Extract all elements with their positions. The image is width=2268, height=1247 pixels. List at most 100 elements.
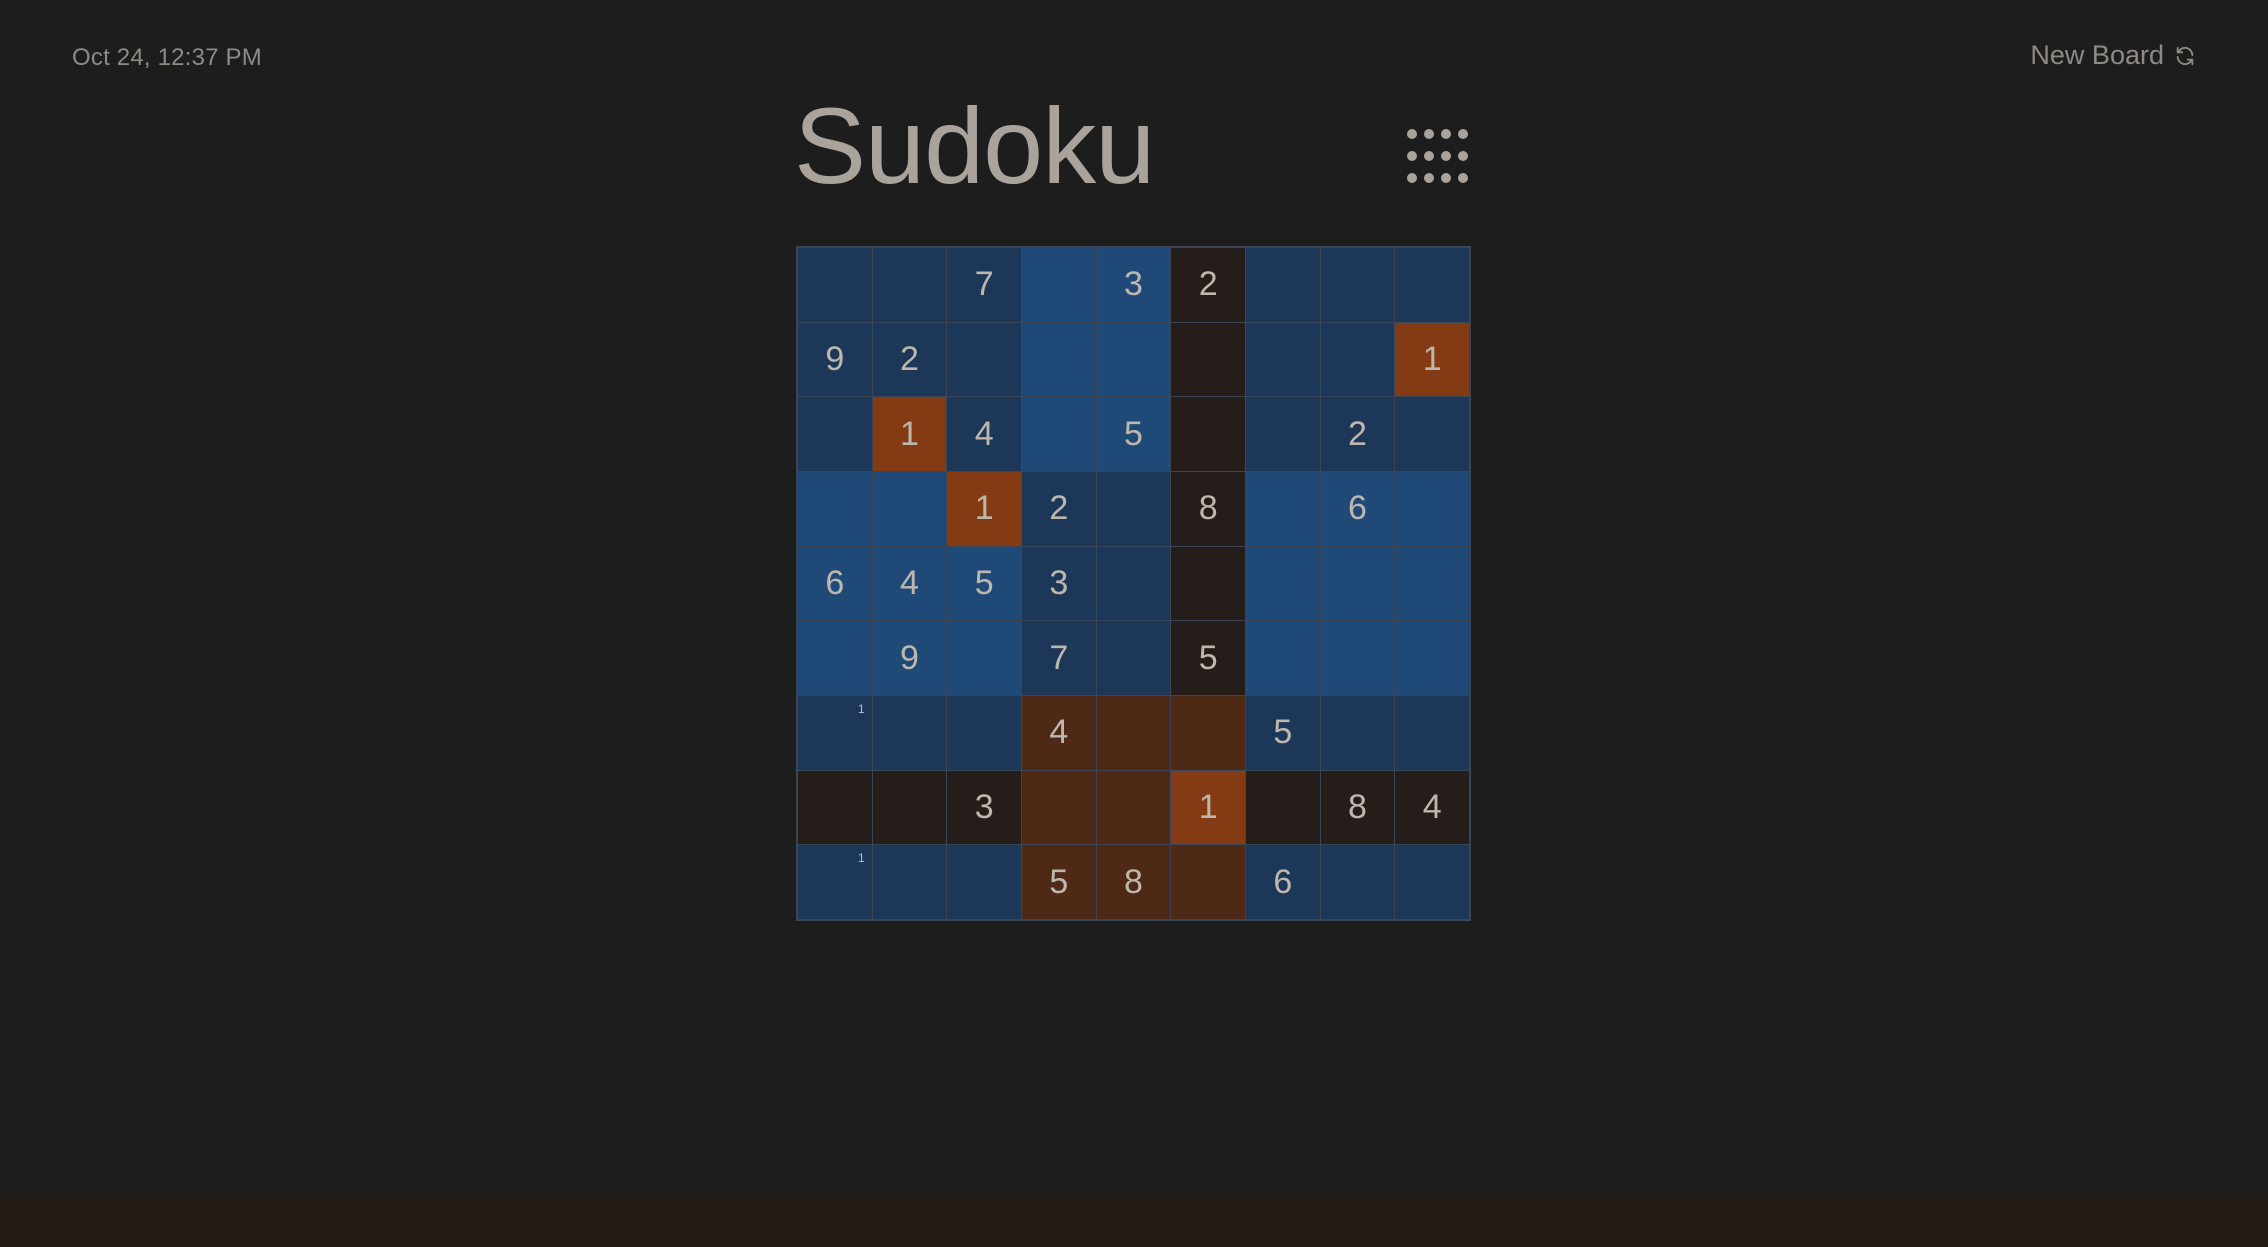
sudoku-cell[interactable]: [947, 845, 1021, 919]
sudoku-cell[interactable]: 5: [947, 546, 1021, 621]
cell-value: 9: [825, 339, 845, 378]
sudoku-cell[interactable]: [1245, 546, 1320, 621]
sudoku-cell[interactable]: [1245, 397, 1320, 471]
sudoku-cell[interactable]: 6: [1245, 845, 1320, 919]
sudoku-cell[interactable]: 1: [1395, 322, 1469, 397]
sudoku-cell[interactable]: 7: [947, 248, 1021, 322]
sudoku-cell[interactable]: [1245, 621, 1320, 695]
sudoku-cell[interactable]: 6: [1320, 471, 1395, 546]
sudoku-cell[interactable]: [1021, 322, 1096, 397]
sudoku-cell[interactable]: [1395, 397, 1469, 471]
sudoku-cell[interactable]: 2: [1320, 397, 1395, 471]
sudoku-cell[interactable]: [1320, 695, 1395, 770]
sudoku-cell[interactable]: 2: [1171, 248, 1245, 322]
sudoku-cell[interactable]: 1: [947, 471, 1021, 546]
sudoku-cell[interactable]: [947, 322, 1021, 397]
sudoku-cell[interactable]: 1: [1171, 770, 1245, 845]
sudoku-cell[interactable]: [1395, 546, 1469, 621]
sudoku-cell[interactable]: [1021, 397, 1096, 471]
sudoku-cell[interactable]: 3: [1096, 248, 1171, 322]
sudoku-cell[interactable]: [872, 845, 947, 919]
sudoku-cell[interactable]: [1096, 471, 1171, 546]
cell-value: 1: [1422, 339, 1442, 378]
sudoku-cell[interactable]: [947, 621, 1021, 695]
sudoku-cell[interactable]: 9: [798, 322, 872, 397]
sudoku-cell[interactable]: [1395, 845, 1469, 919]
sudoku-cell[interactable]: [1320, 248, 1395, 322]
sudoku-cell[interactable]: [1320, 322, 1395, 397]
sudoku-cell[interactable]: [798, 471, 872, 546]
sudoku-cell[interactable]: 5: [1021, 845, 1096, 919]
sudoku-cell[interactable]: 2: [872, 322, 947, 397]
cell-value: 3: [1124, 265, 1143, 304]
cell-value: 1: [1198, 787, 1218, 826]
sudoku-cell[interactable]: [1395, 695, 1469, 770]
sudoku-cell[interactable]: 1: [872, 397, 947, 471]
sudoku-cell[interactable]: [1096, 546, 1171, 621]
sudoku-cell[interactable]: [798, 621, 872, 695]
sudoku-cell[interactable]: 7: [1021, 621, 1096, 695]
sudoku-cell[interactable]: 1: [798, 695, 872, 770]
sudoku-cell[interactable]: [1021, 248, 1096, 322]
sudoku-cell[interactable]: [1171, 397, 1245, 471]
sudoku-cell[interactable]: [1320, 845, 1395, 919]
sudoku-cell[interactable]: 4: [1021, 695, 1096, 770]
sudoku-cell[interactable]: [1171, 546, 1245, 621]
new-board-button[interactable]: New Board: [2030, 40, 2196, 71]
sudoku-cell[interactable]: 6: [798, 546, 872, 621]
sudoku-cell[interactable]: 3: [1021, 546, 1096, 621]
sudoku-cell[interactable]: 8: [1320, 770, 1395, 845]
cell-note: 1: [857, 851, 865, 866]
sudoku-cell[interactable]: 4: [947, 397, 1021, 471]
timestamp: Oct 24, 12:37 PM: [72, 44, 262, 71]
sudoku-cell[interactable]: [798, 770, 872, 845]
sudoku-cell[interactable]: [1171, 845, 1245, 919]
cell-value: 7: [974, 265, 994, 304]
sudoku-cell[interactable]: [1320, 621, 1395, 695]
sudoku-cell[interactable]: 8: [1171, 471, 1245, 546]
cell-value: 1: [900, 414, 919, 453]
sudoku-cell[interactable]: [1245, 471, 1320, 546]
sudoku-cell[interactable]: [1096, 695, 1171, 770]
sudoku-cell[interactable]: [872, 248, 947, 322]
sudoku-cell[interactable]: [872, 471, 947, 546]
sudoku-cell[interactable]: 4: [1395, 770, 1469, 845]
sudoku-cell[interactable]: [947, 695, 1021, 770]
sudoku-cell[interactable]: [1096, 621, 1171, 695]
sudoku-cell[interactable]: [1245, 248, 1320, 322]
cell-note: 1: [857, 701, 865, 716]
sudoku-cell[interactable]: [1395, 248, 1469, 322]
sudoku-cell[interactable]: 3: [947, 770, 1021, 845]
sudoku-cell[interactable]: 5: [1096, 397, 1171, 471]
sudoku-cell[interactable]: [1320, 546, 1395, 621]
cell-value: 9: [900, 638, 919, 677]
sudoku-cell[interactable]: 9: [872, 621, 947, 695]
sudoku-cell[interactable]: [1096, 322, 1171, 397]
sudoku-cell[interactable]: 8: [1096, 845, 1171, 919]
sudoku-cell[interactable]: [1245, 770, 1320, 845]
sudoku-cell[interactable]: [1171, 322, 1245, 397]
sudoku-cell[interactable]: 5: [1171, 621, 1245, 695]
sudoku-cell[interactable]: [1171, 695, 1245, 770]
sudoku-cell[interactable]: [1395, 621, 1469, 695]
sudoku-page: Oct 24, 12:37 PM New Board Sudoku 7 3 2 9 2 1…: [0, 0, 2268, 1247]
sudoku-cell[interactable]: [872, 770, 947, 845]
sudoku-cell[interactable]: 4: [872, 546, 947, 621]
sudoku-cell[interactable]: 2: [1021, 471, 1096, 546]
sudoku-cell[interactable]: 1: [798, 845, 872, 919]
cell-value: 3: [974, 787, 994, 826]
sudoku-cell[interactable]: [1395, 471, 1469, 546]
grid-menu-icon[interactable]: [1400, 126, 1470, 196]
cell-value: 5: [1049, 862, 1069, 901]
sudoku-cell[interactable]: [872, 695, 947, 770]
bottom-bar: [0, 1197, 2268, 1247]
sudoku-cell[interactable]: 5: [1245, 695, 1320, 770]
sudoku-cell[interactable]: [1021, 770, 1096, 845]
sudoku-cell[interactable]: [798, 248, 872, 322]
cell-value: 5: [974, 563, 994, 602]
cell-value: 4: [974, 414, 994, 453]
cell-value: 7: [1049, 638, 1069, 677]
sudoku-cell[interactable]: [1096, 770, 1171, 845]
sudoku-cell[interactable]: [1245, 322, 1320, 397]
sudoku-cell[interactable]: [798, 397, 872, 471]
